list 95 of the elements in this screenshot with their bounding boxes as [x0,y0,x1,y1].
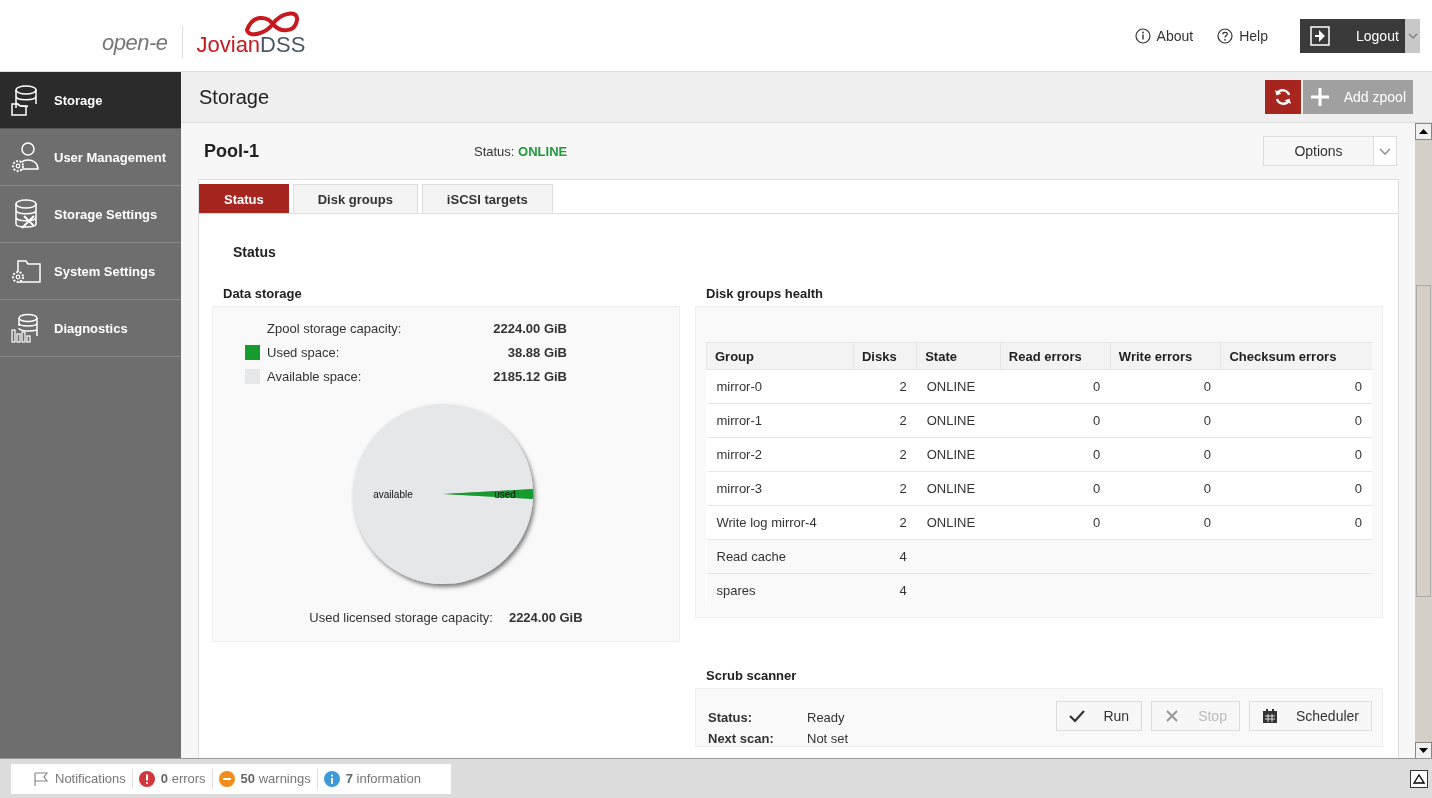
field-value: 2224.00 GiB [492,320,567,336]
scrub-button[interactable]: Run [1056,701,1143,731]
column-header: Checksum errors [1220,342,1372,370]
column-header: Group [706,342,854,370]
user-gear-icon [10,141,42,173]
table-cell: mirror-1 [706,403,854,438]
infinity-swoosh-icon [243,9,302,38]
table-cell: 4 [853,573,917,607]
column-header: Read errors [1000,342,1111,370]
column-header: State [916,342,1001,370]
chevron-down-icon [1407,32,1418,39]
sidebar-item[interactable]: Storage [0,72,181,129]
table-cell: 0 [1220,471,1372,506]
tab[interactable]: iSCSI targets [421,184,553,213]
table-cell: 0 [1000,437,1111,472]
column-header: Write errors [1110,342,1221,370]
notification-count[interactable]: 50 warnings [211,768,317,789]
page-title: Storage [199,85,271,109]
slice-label: available [373,489,413,500]
section-heading: Status [233,244,277,260]
exit-icon [1310,25,1330,46]
sidebar-item[interactable]: Diagnostics [0,300,181,357]
scrub-button[interactable]: Scheduler [1248,701,1372,731]
brand-logo: open-e [102,29,168,57]
field-value: Not set [807,731,849,746]
table-cell: 0 [1110,369,1221,404]
table-cell: 0 [1000,403,1111,438]
section-title: Scrub scanner [706,668,798,685]
info-icon [1134,27,1151,44]
check-icon [1069,708,1086,724]
field-label: Next scan: [708,731,775,746]
table-cell: spares [706,573,854,607]
table-cell: 0 [1220,369,1372,404]
section-title: Disk groups health [706,286,825,303]
triangle-up-icon [1413,773,1425,784]
minus-icon [218,770,235,787]
table-cell: 2 [853,369,917,404]
section-title: Data storage [223,286,303,303]
table-cell: Read cache [706,539,854,574]
table-cell: mirror-2 [706,437,854,472]
table-cell: 2 [853,437,917,472]
arrow-up-icon [1419,129,1428,134]
field-value: 2185.12 GiB [492,368,567,384]
tab[interactable]: Disk groups [292,184,418,213]
table-cell: 4 [853,539,917,574]
table-cell: mirror-0 [706,369,854,404]
calendar-icon [1261,708,1278,724]
help-icon [1217,27,1234,44]
flag-icon [33,770,49,787]
field-label: Available space: [267,368,363,384]
header-link[interactable]: About [1134,27,1194,44]
refresh-button[interactable] [1264,80,1301,114]
close-icon [1164,708,1181,724]
table-cell: 2 [853,471,917,506]
notification-count[interactable]: 7 information [316,768,427,789]
notifications-link[interactable]: Notifications [33,768,132,789]
table-cell: 0 [1110,403,1221,438]
notification-count[interactable]: 0 errors [131,768,212,789]
pool-name: Pool-1 [203,140,260,162]
arrow-down-icon [1419,748,1428,753]
table-cell: 0 [1220,403,1372,438]
plus-icon [1309,87,1330,107]
expand-button[interactable] [1410,769,1428,788]
header-link[interactable]: Help [1217,27,1268,44]
field-value: 2224.00 GiB [508,610,583,625]
slice-label: used [494,489,516,500]
field-value: 38.88 GiB [506,344,567,360]
field-label: Zpool storage capacity: [267,320,403,336]
tab[interactable]: Status [199,184,289,213]
table-cell: 0 [1110,437,1221,472]
field-label: Used space: [267,344,341,360]
field-label: Status: [708,710,754,725]
table-cell: ONLINE [916,369,1001,404]
field-label: Used licensed storage capacity: [309,610,493,625]
chevron-down-icon [1379,147,1391,155]
table-cell: mirror-3 [706,471,854,506]
table-cell: 2 [853,403,917,438]
table-cell: 0 [1220,437,1372,472]
table-cell: 0 [1000,471,1111,506]
column-header: Disks [853,342,917,370]
table-cell: 0 [1000,369,1111,404]
table-cell: ONLINE [916,403,1001,438]
product-logo: JovianDSS [196,31,306,58]
refresh-icon [1272,87,1293,107]
vertical-scrollbar[interactable] [1415,123,1432,759]
pool-status: Status: ONLINE [474,143,569,159]
error-icon [138,770,155,787]
options-dropdown[interactable]: Options [1263,136,1397,166]
dropdown-toggle[interactable] [1405,18,1420,53]
info-icon [323,770,340,787]
table-cell: 0 [1110,471,1221,506]
table-cell: ONLINE [916,471,1001,506]
table-cell: ONLINE [916,437,1001,472]
logout-button[interactable]: Logout [1300,18,1405,53]
field-value: Ready [807,710,845,725]
